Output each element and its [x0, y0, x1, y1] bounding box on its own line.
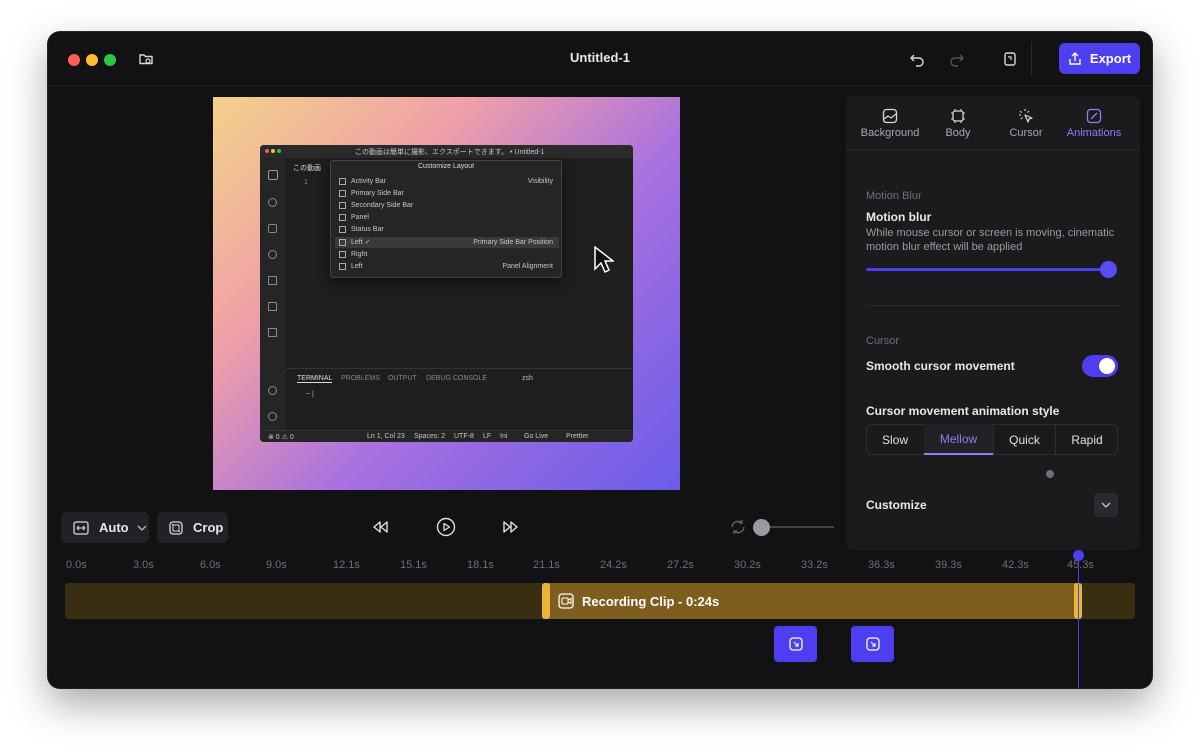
motion-blur-section-label: Motion Blur [866, 190, 922, 202]
customize-label: Customize [866, 498, 927, 512]
tab-animations[interactable]: Animations [1060, 108, 1128, 139]
playhead-line[interactable] [1078, 555, 1079, 688]
undo-icon[interactable] [907, 49, 927, 69]
clip-start-handle[interactable] [542, 583, 550, 619]
clip-label: Recording Clip - 0:24s [582, 594, 720, 609]
chevron-down-icon [137, 525, 147, 531]
cursor-click-icon [1019, 109, 1033, 123]
menu-item: Left ✓ Primary Side Bar Position [335, 237, 559, 248]
activity-bar [260, 158, 286, 430]
cursor-section-label: Cursor [866, 335, 900, 347]
share-icon [1069, 51, 1081, 65]
menu-item: Panel [335, 212, 559, 223]
crop-button[interactable]: Crop [157, 512, 228, 543]
crop-icon [169, 520, 183, 535]
window-title: Untitled-1 [570, 50, 630, 65]
zoom-icon [788, 637, 803, 651]
zoom-block[interactable] [774, 626, 817, 662]
cursor-style-label: Cursor movement animation style [866, 404, 1060, 418]
style-option-quick[interactable]: Quick [993, 424, 1055, 455]
tick-label: 21.1s [533, 559, 560, 571]
animation-icon [1086, 108, 1102, 124]
tick-label: 9.0s [266, 559, 287, 571]
crop-label: Crop [193, 520, 224, 535]
vscode-statusbar: ⊗ 0 ⚠ 0 Ln 1, Col 23 Spaces: 2 UTF-8 LF … [260, 430, 633, 442]
preview-canvas[interactable]: この動画は簡単に撮影、エクスポートできます。 • Untitled-1 この動画… [213, 97, 680, 490]
tab-cursor[interactable]: Cursor [992, 108, 1060, 139]
menu-title: Customize Layout [417, 163, 475, 170]
smooth-cursor-label: Smooth cursor movement [866, 359, 1015, 373]
app-window: Untitled-1 Export この動画は簡単に撮影、エクスポートできます。… [48, 32, 1152, 688]
tick-label: 30.2s [734, 559, 761, 571]
section-divider [866, 305, 1120, 306]
customize-layout-menu: Customize Layout Activity Bar Visibility … [330, 160, 562, 278]
style-option-mellow[interactable]: Mellow [924, 424, 993, 455]
zoom-block[interactable] [851, 626, 894, 662]
menu-item: Activity Bar Visibility [335, 176, 559, 187]
timeline-zoom-slider[interactable] [760, 526, 834, 528]
tab-body[interactable]: Body [924, 108, 992, 139]
style-indicator-dot [1046, 470, 1054, 478]
menu-item: Secondary Side Bar [335, 200, 559, 211]
recording-clip[interactable]: Recording Clip - 0:24s [542, 583, 1082, 619]
redo-icon[interactable] [947, 49, 967, 69]
title-bar: Untitled-1 Export [48, 32, 1152, 86]
style-option-slow[interactable]: Slow [866, 424, 924, 455]
recorded-screen: この動画は簡単に撮影、エクスポートできます。 • Untitled-1 この動画… [260, 145, 633, 442]
zoom-timeline-icon [729, 518, 747, 541]
mouse-cursor-icon [594, 245, 616, 276]
tick-label: 15.1s [400, 559, 427, 571]
line-number: 1 [304, 179, 308, 186]
menu-item: Primary Side Bar [335, 188, 559, 199]
menu-item: Left Panel Alignment [335, 261, 559, 272]
menu-item: Status Bar [335, 224, 559, 235]
export-label: Export [1089, 51, 1132, 66]
explorer-tab: この動画 [293, 165, 321, 172]
auto-dropdown[interactable]: Auto [61, 512, 149, 543]
tick-label: 24.2s [600, 559, 627, 571]
tick-label: 33.2s [801, 559, 828, 571]
image-icon [882, 108, 898, 124]
auto-label: Auto [99, 520, 129, 535]
video-clip-icon [558, 593, 574, 614]
smooth-cursor-toggle[interactable] [1082, 355, 1118, 377]
motion-blur-title: Motion blur [866, 210, 932, 224]
tick-label: 18.1s [467, 559, 494, 571]
fit-width-icon [73, 520, 89, 535]
tick-label: 45.3s [1067, 559, 1094, 571]
playhead-knob[interactable] [1073, 550, 1084, 561]
fast-forward-icon[interactable] [502, 518, 520, 541]
chevron-down-icon [1101, 502, 1111, 508]
menu-item: Right [335, 249, 559, 260]
vscode-titlebar: この動画は簡単に撮影、エクスポートできます。 • Untitled-1 [260, 145, 633, 158]
motion-blur-slider-thumb[interactable] [1100, 261, 1117, 278]
terminal-panel: TERMINAL PROBLEMS OUTPUT DEBUG CONSOLE z… [286, 368, 633, 430]
tick-label: 36.3s [868, 559, 895, 571]
motion-blur-slider[interactable] [866, 268, 1108, 271]
tick-label: 6.0s [200, 559, 221, 571]
title-divider [1031, 42, 1032, 76]
aspect-ratio-icon[interactable] [1000, 49, 1020, 69]
tab-divider [846, 149, 1140, 150]
play-icon[interactable] [436, 517, 456, 542]
tick-label: 3.0s [133, 559, 154, 571]
tick-label: 27.2s [667, 559, 694, 571]
tab-background[interactable]: Background [856, 108, 924, 139]
customize-expand-button[interactable] [1094, 493, 1118, 517]
tick-label: 12.1s [333, 559, 360, 571]
vscode-title: この動画は簡単に撮影、エクスポートできます。 • Untitled-1 [355, 149, 545, 156]
frame-icon [951, 109, 965, 123]
settings-panel: Background Body Cursor Animations Motion… [846, 96, 1140, 550]
export-button[interactable]: Export [1059, 43, 1140, 74]
tick-label: 39.3s [935, 559, 962, 571]
timeline-zoom-thumb[interactable] [753, 519, 770, 536]
zoom-icon [865, 637, 880, 651]
style-option-rapid[interactable]: Rapid [1055, 424, 1118, 455]
tick-label: 42.3s [1002, 559, 1029, 571]
tick-label: 0.0s [66, 559, 87, 571]
rewind-icon[interactable] [371, 518, 389, 541]
motion-blur-description: While mouse cursor or screen is moving, … [866, 227, 1115, 253]
